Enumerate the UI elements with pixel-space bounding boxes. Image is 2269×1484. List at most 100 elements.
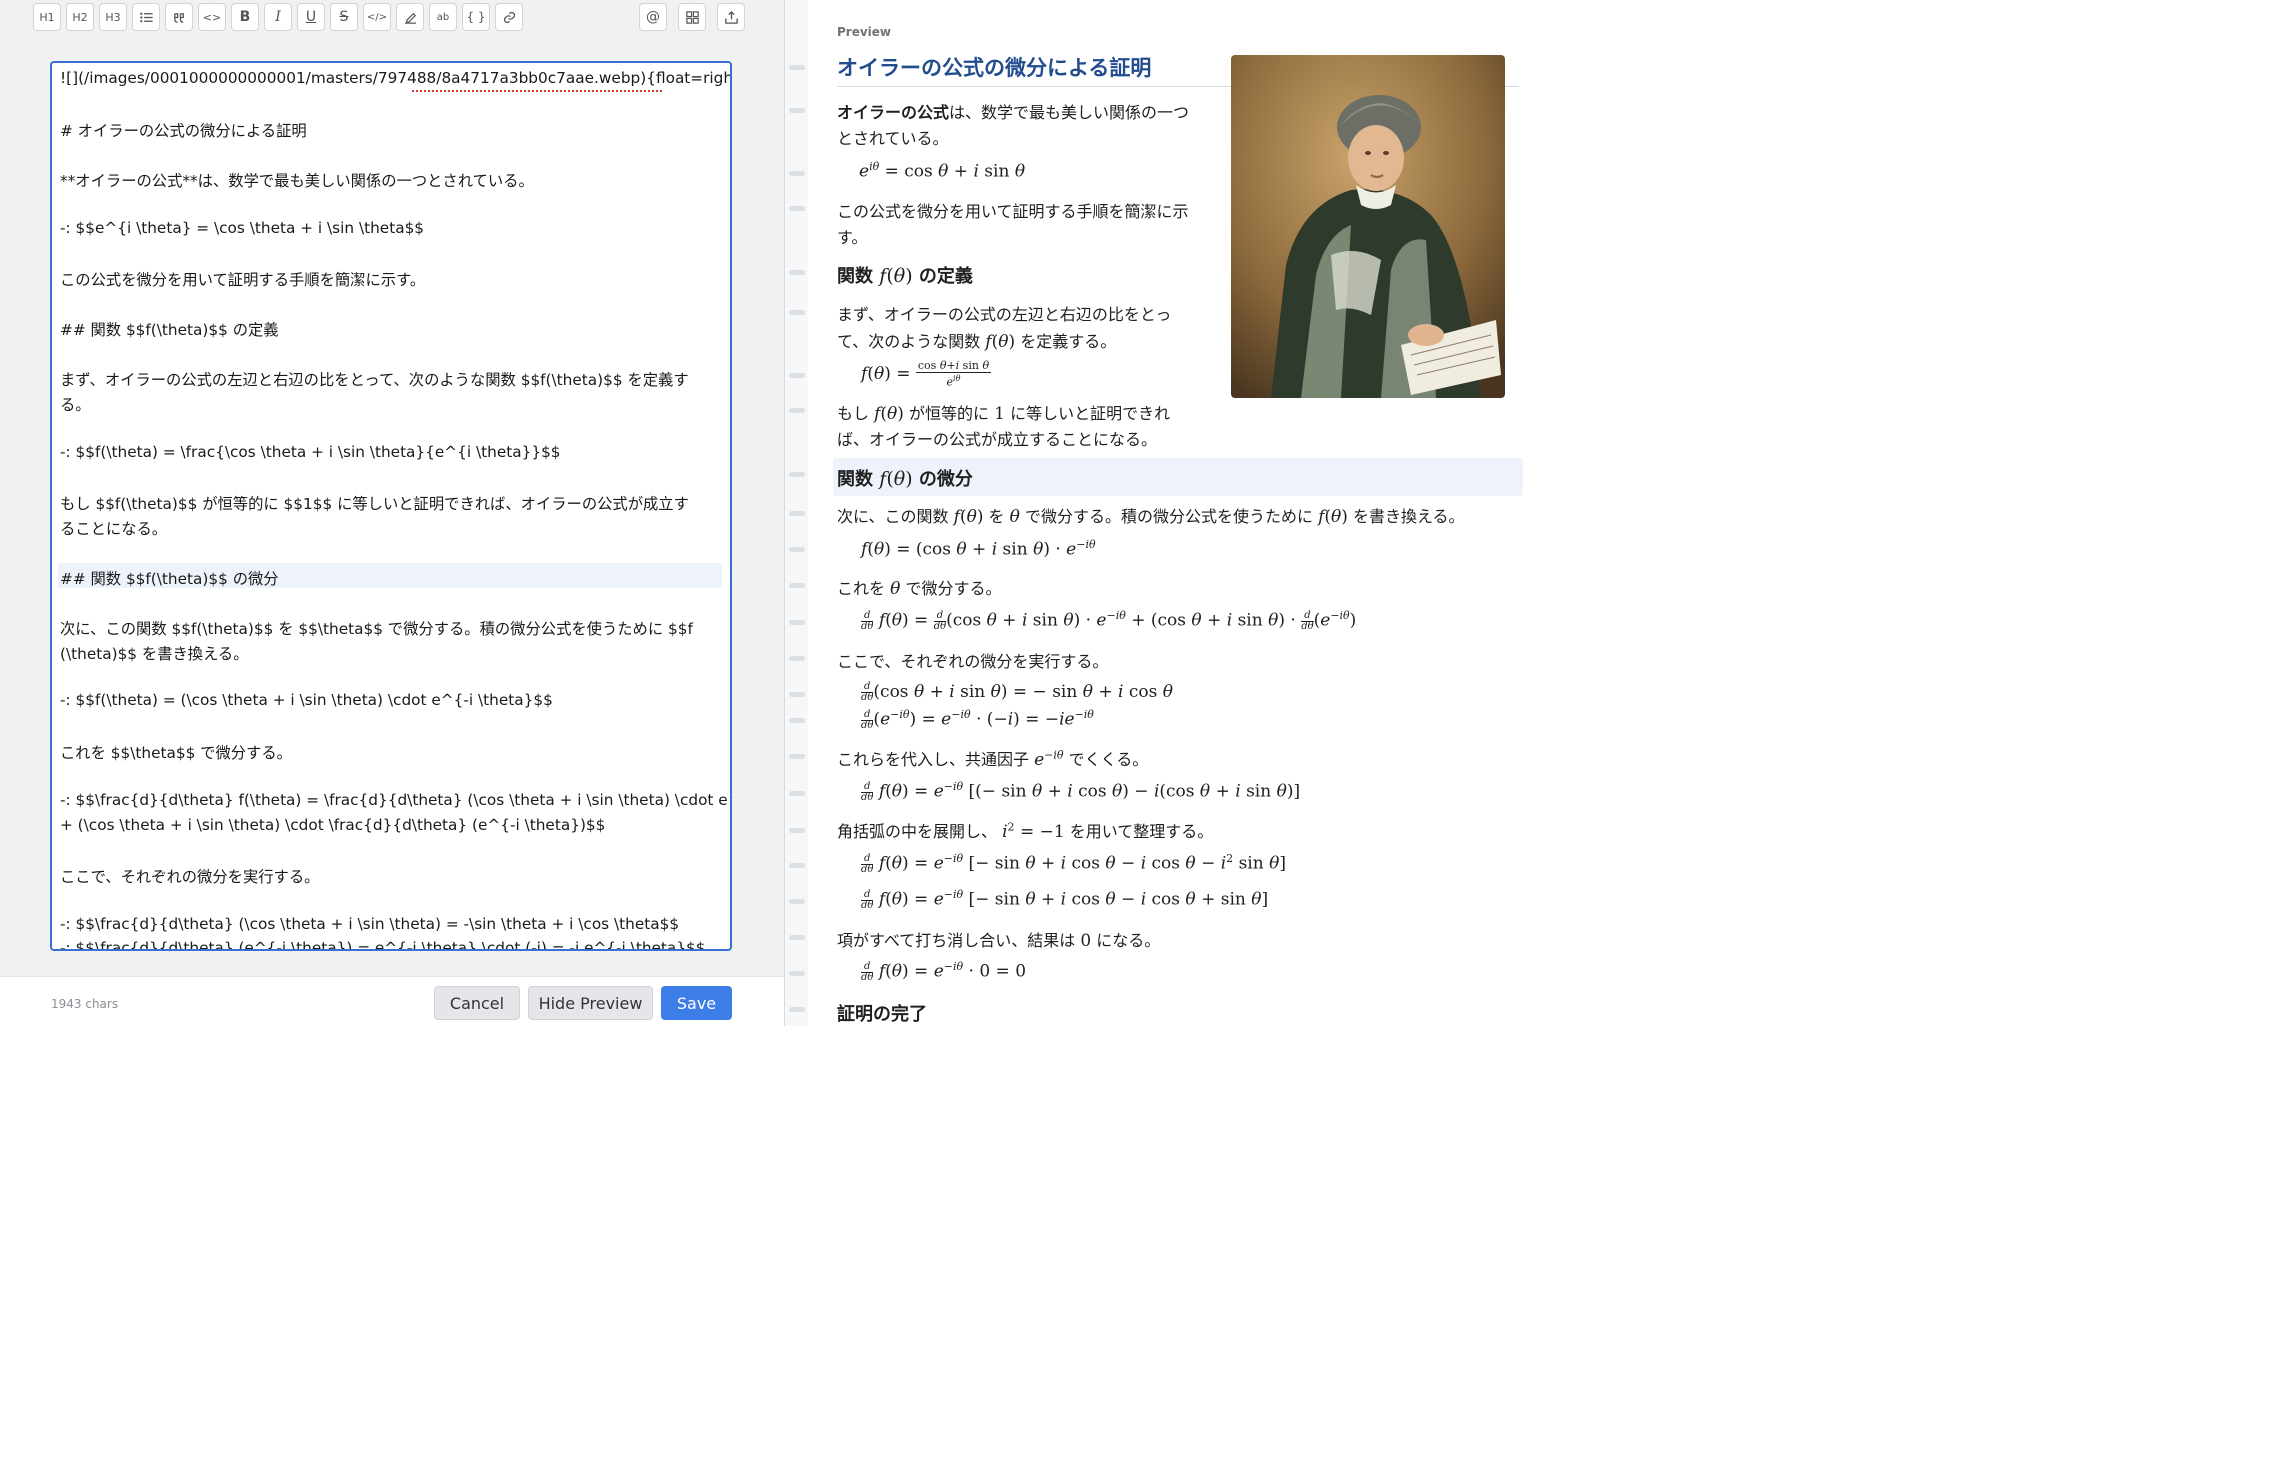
- condition-line-2: ば、オイラーの公式が成立することになる。: [837, 430, 1158, 449]
- highlight-button[interactable]: [396, 3, 424, 31]
- bullet-list-button[interactable]: [132, 3, 160, 31]
- spellcheck-underline: [412, 87, 662, 92]
- sync-marker: [789, 408, 805, 413]
- bullet-list-icon: [139, 12, 153, 22]
- source-line: -: $$f(\theta) = (\cos \theta + i \sin \…: [60, 691, 553, 709]
- quote-button[interactable]: [165, 3, 193, 31]
- source-line: ## 関数 $$f(\theta)$$ の定義: [60, 321, 279, 339]
- sync-marker: [789, 171, 805, 176]
- substitute-line: これらを代入し、共通因子 e−iθ でくくる。: [837, 748, 1149, 770]
- quote-icon: [173, 12, 184, 23]
- char-count: 1943 chars: [51, 997, 119, 1011]
- intro2-line-2: す。: [837, 228, 868, 247]
- equation-derivative-1: d dθ (cos θ + i sin θ) = − sin θ + i cos θ: [861, 681, 1174, 703]
- page-title: オイラーの公式の微分による証明: [837, 56, 1152, 80]
- equation-derivative-2: d dθ (e−iθ) = e−iθ · (−i) = −ie−iθ: [861, 708, 1094, 731]
- preview-pane: Preview オイラーの公式の微分による証明 オイラーの公式は、数学で最も美し…: [808, 0, 1546, 1026]
- intro2-line-1: この公式を微分を用いて証明する手順を簡潔に示: [837, 202, 1189, 221]
- definition-line-2: て、次のような関数 f(θ) を定義する。: [837, 332, 1117, 352]
- source-line: る。: [60, 396, 91, 414]
- equation-result: d dθ f(θ) = e−iθ · 0 = 0: [861, 960, 1027, 983]
- derivative-intro-line: 次に、この関数 f(θ) を θ で微分する。積の微分公式を使うために f(θ)…: [837, 507, 1465, 527]
- source-line: **オイラーの公式**は、数学で最も美しい関係の一つとされている。: [60, 172, 534, 190]
- hide-preview-button[interactable]: Hide Preview: [528, 986, 653, 1020]
- highlighter-icon: [404, 12, 416, 24]
- sync-marker: [789, 935, 805, 940]
- source-line: ここで、それぞれの微分を実行する。: [60, 868, 320, 886]
- bold-button[interactable]: B: [231, 3, 259, 31]
- intro-line-2: とされている。: [837, 129, 949, 148]
- source-line: + (\cos \theta + i \sin \theta) \cdot \f…: [60, 816, 606, 834]
- sync-marker: [789, 472, 805, 477]
- editor-pane: H1 H2 H3 <> B I U S </> ab { } @ ![](/im…: [0, 0, 784, 1027]
- upload-icon: [724, 10, 738, 24]
- sync-marker: [789, 270, 805, 275]
- sync-marker: [789, 754, 805, 759]
- sync-marker: [789, 65, 805, 70]
- sync-marker: [789, 310, 805, 315]
- heading-proof-complete: 証明の完了: [837, 1004, 927, 1025]
- italic-button[interactable]: I: [264, 3, 292, 31]
- braces-button[interactable]: { }: [462, 3, 490, 31]
- upload-button[interactable]: [717, 3, 745, 31]
- equation-expanded-2: d dθ f(θ) = e−iθ [− sin θ + i cos θ − i c…: [861, 888, 1269, 911]
- condition-line-1: もし f(θ) が恒等的に 1 に等しいと証明できれ: [837, 404, 1171, 424]
- source-line: ![](/images/0001000000000001/masters/797…: [60, 69, 732, 87]
- grid-icon: [685, 10, 699, 24]
- code-block-button[interactable]: <>: [198, 3, 226, 31]
- grid-button[interactable]: [678, 3, 706, 31]
- differentiate-line: これを θ で微分する。: [837, 579, 1002, 599]
- sync-marker: [789, 511, 805, 516]
- source-line: # オイラーの公式の微分による証明: [60, 122, 307, 140]
- cancel-button[interactable]: Cancel: [434, 986, 520, 1020]
- source-line: -: $$\frac{d}{d\theta} f(\theta) = \frac…: [60, 791, 730, 809]
- source-line: -: $$\frac{d}{d\theta} (\cos \theta + i …: [60, 915, 680, 933]
- editor-footer: 1943 chars Cancel Hide Preview Save: [0, 976, 784, 1027]
- source-line: -: $$f(\theta) = \frac{\cos \theta + i \…: [60, 443, 561, 461]
- heading2-button[interactable]: H2: [66, 3, 94, 31]
- intro-line-1: オイラーの公式は、数学で最も美しい関係の一つ: [837, 103, 1190, 122]
- markdown-textarea[interactable]: ![](/images/0001000000000001/masters/797…: [50, 61, 732, 951]
- sync-marker: [789, 971, 805, 976]
- source-line: ## 関数 $$f(\theta)$$ の微分: [60, 570, 279, 588]
- inline-code-button[interactable]: </>: [363, 3, 391, 31]
- sync-marker: [789, 656, 805, 661]
- source-line: もし $$f(\theta)$$ が恒等的に $$1$$ に等しいと証明できれば…: [60, 495, 689, 513]
- source-line: (\theta)$$ を書き換える。: [60, 645, 249, 663]
- equation-expanded-1: d dθ f(θ) = e−iθ [− sin θ + i cos θ − i c…: [861, 852, 1286, 875]
- save-button[interactable]: Save: [661, 986, 732, 1020]
- link-button[interactable]: [495, 3, 523, 31]
- source-line: この公式を微分を用いて証明する手順を簡潔に示す。: [60, 271, 426, 289]
- equation-rewrite: f(θ) = (cos θ + i sin θ) · e−iθ: [861, 538, 1096, 560]
- equation-euler: eiθ = cos θ + i sin θ: [859, 160, 1026, 182]
- underline-button[interactable]: U: [297, 3, 325, 31]
- formatting-toolbar: H1 H2 H3 <> B I U S </> ab { } @: [0, 0, 784, 36]
- intro-bold: オイラーの公式: [837, 103, 950, 122]
- sync-marker: [789, 1007, 805, 1012]
- source-line: 次に、この関数 $$f(\theta)$$ を $$\theta$$ で微分する…: [60, 620, 693, 638]
- sync-marker: [789, 791, 805, 796]
- expand-line: 角括弧の中を展開し、 i2 = −1 を用いて整理する。: [837, 820, 1214, 842]
- source-line: これを $$\theta$$ で微分する。: [60, 744, 292, 762]
- equation-definition: f(θ) = cos θ+i sin θ eiθ: [861, 359, 992, 389]
- strikethrough-button[interactable]: S: [330, 3, 358, 31]
- heading3-button[interactable]: H3: [99, 3, 127, 31]
- portrait-image: [1231, 55, 1505, 398]
- mention-button[interactable]: @: [639, 3, 667, 31]
- sync-marker: [789, 206, 805, 211]
- sync-marker: [789, 899, 805, 904]
- heading1-button[interactable]: H1: [33, 3, 61, 31]
- pane-divider[interactable]: [784, 0, 809, 1026]
- heading-derivative: 関数 f(θ) の微分: [837, 468, 973, 490]
- sync-marker: [789, 863, 805, 868]
- ruby-button[interactable]: ab: [429, 3, 457, 31]
- sync-marker: [789, 583, 805, 588]
- source-line: まず、オイラーの公式の左辺と右辺の比をとって、次のような関数 $$f(\thet…: [60, 371, 689, 389]
- cancel-out-line: 項がすべて打ち消し合い、結果は 0 になる。: [837, 931, 1161, 951]
- sync-marker: [789, 620, 805, 625]
- source-line: ることになる。: [60, 520, 168, 538]
- sync-marker: [789, 828, 805, 833]
- sync-marker: [789, 692, 805, 697]
- equation-factored: d dθ f(θ) = e−iθ [(− sin θ + i cos θ) − i…: [861, 780, 1301, 803]
- sync-marker: [789, 718, 805, 723]
